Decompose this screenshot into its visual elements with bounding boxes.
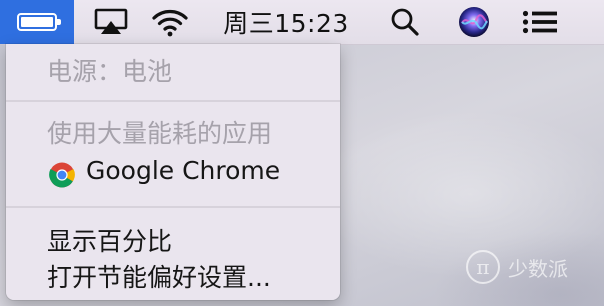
notification-center-button[interactable] [518,0,562,44]
battery-status-button[interactable] [0,0,74,44]
open-energy-saver-preferences-menu-item[interactable]: 打开节能偏好设置... [47,258,271,294]
menu-separator [6,206,340,208]
search-icon [391,8,419,36]
watermark: π 少数派 [466,250,568,284]
heavy-usage-header: 使用大量能耗的应用 [47,119,273,148]
wifi-icon [152,10,188,37]
wifi-button[interactable] [146,0,194,44]
show-percentage-menu-item[interactable]: 显示百分比 [47,222,172,258]
battery-icon [17,13,61,31]
menubar-clock[interactable]: 周三15:23 [216,0,356,44]
airplay-button[interactable] [88,0,134,44]
menu-bar: 周三15:23 [0,0,604,45]
app-item-google-chrome[interactable]: Google Chrome [86,156,280,185]
notification-center-icon [522,10,557,34]
menu-separator [6,100,340,102]
airplay-icon [94,8,128,34]
siri-icon [459,7,489,37]
siri-button[interactable] [452,0,496,44]
spotlight-button[interactable] [385,0,425,44]
power-source-label: 电源：电池 [47,57,173,86]
watermark-logo: π [466,250,500,284]
chrome-icon [49,162,75,188]
battery-dropdown-menu: 电源：电池 使用大量能耗的应用 Google Chrome 显示百分比 打开节能… [6,44,340,300]
watermark-text: 少数派 [508,256,568,281]
